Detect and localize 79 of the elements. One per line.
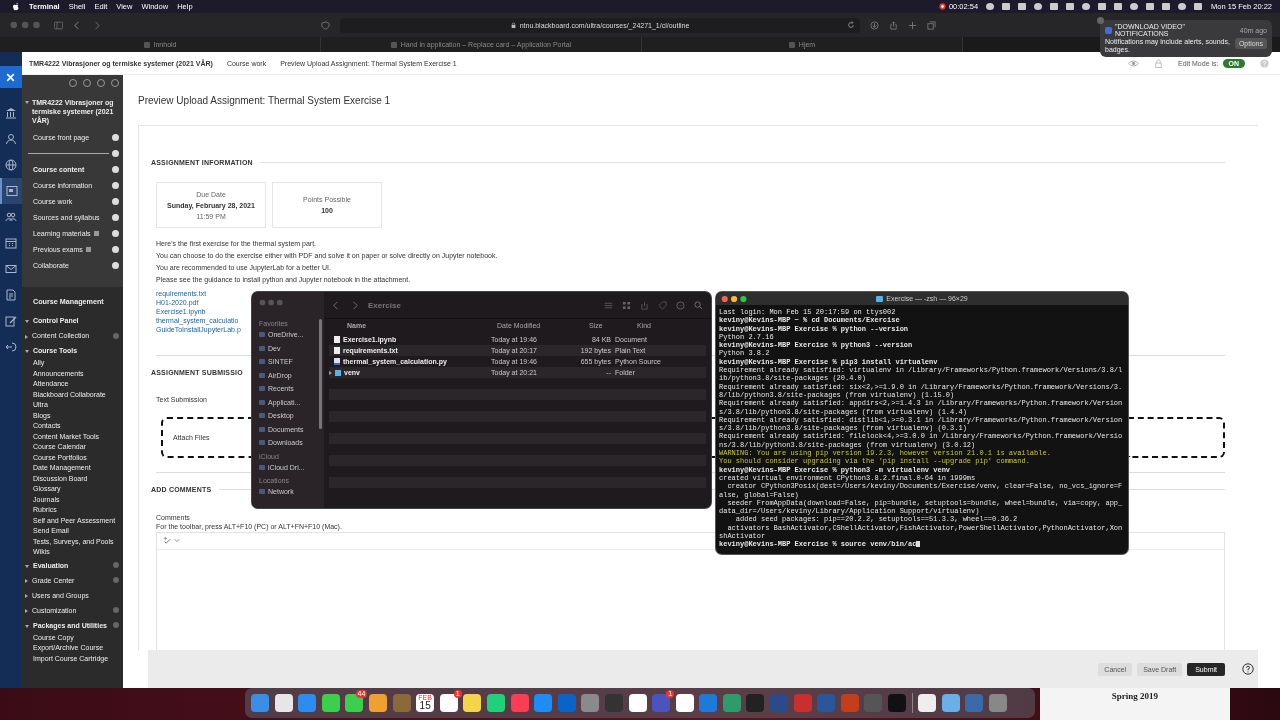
edit-icon[interactable]: [5, 315, 17, 327]
folder-icon: [259, 440, 265, 446]
more-icon[interactable]: [676, 300, 685, 310]
lock-icon: [510, 21, 516, 29]
app-icon[interactable]: [628, 694, 647, 712]
apple-icon[interactable]: [12, 2, 20, 11]
app-icon[interactable]: [941, 694, 960, 712]
plus-icon[interactable]: [908, 20, 917, 30]
folder-icon: [259, 399, 265, 405]
app-icon[interactable]: [368, 694, 387, 712]
favicon-icon: [143, 41, 150, 48]
document-icon[interactable]: [5, 289, 17, 301]
caret-icon[interactable]: [25, 334, 28, 339]
app-icon[interactable]: [463, 694, 482, 712]
page-title: Preview Upload Assignment: Thermal System Exercise 1: [138, 94, 391, 108]
disclosure-icon[interactable]: [329, 370, 332, 375]
globe-icon[interactable]: [5, 159, 17, 171]
folder-icon: [259, 426, 265, 432]
context-menu-icon[interactable]: [113, 577, 119, 584]
folder-icon: [876, 295, 884, 302]
back-icon[interactable]: [332, 300, 341, 310]
folder-icon: [259, 386, 265, 392]
app-icon[interactable]: [918, 694, 937, 712]
reload-icon[interactable]: [847, 21, 855, 29]
caret-icon[interactable]: [25, 101, 29, 104]
folder-icon: [259, 345, 265, 351]
people-icon[interactable]: [5, 211, 17, 223]
sign-out-icon[interactable]: [5, 341, 17, 353]
spellcheck-icon[interactable]: [163, 536, 171, 544]
python-file-icon: [334, 358, 340, 365]
app-icon[interactable]: [321, 694, 340, 712]
folder-icon: [259, 464, 265, 470]
context-menu-icon[interactable]: [113, 562, 119, 569]
caret-icon[interactable]: [25, 624, 29, 628]
app-icon[interactable]: [486, 694, 505, 712]
help-icon[interactable]: [1242, 663, 1254, 675]
building-icon[interactable]: [5, 107, 17, 119]
download-icon[interactable]: [870, 20, 879, 30]
tabs-icon[interactable]: [927, 20, 936, 30]
folder-icon: [259, 332, 265, 338]
folder-icon: [259, 413, 265, 419]
close-icon[interactable]: [1097, 17, 1104, 24]
folder-icon: [259, 489, 265, 495]
close-icon[interactable]: [5, 71, 16, 83]
grid-icon[interactable]: [622, 300, 631, 310]
favicon-icon: [390, 41, 397, 48]
window-controls-icon[interactable]: [721, 294, 749, 303]
window-title: Exercise: [368, 300, 401, 310]
course-icon[interactable]: [6, 185, 18, 197]
person-icon[interactable]: [5, 133, 17, 145]
caret-icon[interactable]: [25, 564, 29, 568]
favicon-icon: [788, 41, 795, 48]
calendar-day: 15: [416, 701, 435, 711]
caret-icon[interactable]: [25, 350, 29, 354]
calendar-icon[interactable]: [5, 237, 17, 249]
text-cursor: [916, 541, 920, 548]
scrollbar[interactable]: [319, 319, 322, 429]
app-icon: [1105, 26, 1112, 34]
folder-icon: [259, 359, 265, 365]
context-menu-icon[interactable]: [113, 622, 119, 629]
close-button[interactable]: [0, 66, 22, 88]
eye-icon[interactable]: [1128, 58, 1140, 68]
back-icon[interactable]: [73, 20, 82, 30]
app-icon[interactable]: [675, 694, 694, 712]
caret-icon[interactable]: [25, 579, 28, 584]
shield-icon[interactable]: [321, 20, 330, 30]
context-menu-icon[interactable]: [113, 332, 119, 339]
mail-icon[interactable]: [5, 263, 17, 275]
caret-icon[interactable]: [25, 320, 29, 324]
app-icon[interactable]: [274, 694, 293, 712]
search-icon[interactable]: [694, 300, 703, 310]
document-text: Spring 2019: [1111, 691, 1159, 701]
caret-icon[interactable]: [25, 594, 28, 599]
folder-icon: [259, 372, 265, 378]
record-icon[interactable]: [938, 3, 946, 10]
folder-icon: [335, 369, 341, 376]
context-menu-icon[interactable]: [113, 607, 119, 614]
caret-icon[interactable]: [25, 609, 28, 614]
share-icon[interactable]: [889, 20, 898, 30]
